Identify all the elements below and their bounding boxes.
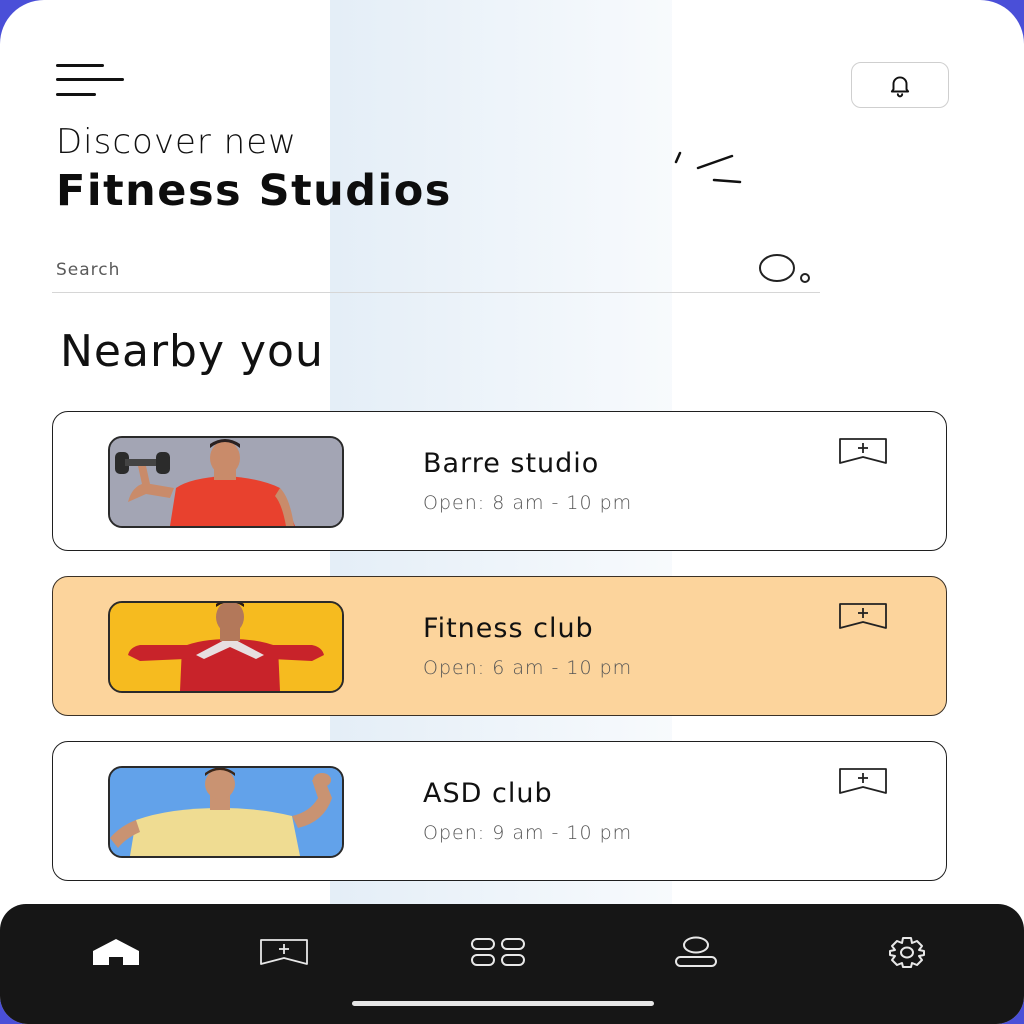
bookmark-add-icon[interactable] xyxy=(837,601,889,631)
studio-card-barre[interactable]: Barre studio Open: 8 am - 10 pm xyxy=(52,411,947,551)
search-bar xyxy=(52,248,820,293)
bookmark-add-icon xyxy=(260,939,308,965)
gear-icon xyxy=(889,937,925,968)
studio-name: Barre studio xyxy=(423,448,600,479)
home-icon xyxy=(93,939,139,965)
app-screen: Discover new Fitness Studios Nearby you xyxy=(0,0,1024,1024)
nav-explore[interactable] xyxy=(470,932,526,972)
bottom-nav xyxy=(0,904,1024,1024)
studio-card-asd-club[interactable]: ASD club Open: 9 am - 10 pm xyxy=(52,741,947,881)
notification-button[interactable] xyxy=(851,62,949,108)
grid-icon xyxy=(471,938,525,966)
sparkle-icon xyxy=(674,151,742,184)
home-indicator xyxy=(352,1001,654,1006)
section-title: Nearby you xyxy=(60,326,324,377)
studio-photo xyxy=(108,436,344,528)
nav-saved[interactable] xyxy=(256,932,312,972)
search-icon[interactable] xyxy=(755,253,817,287)
user-icon xyxy=(675,936,717,967)
studio-hours: Open: 8 am - 10 pm xyxy=(423,492,633,514)
nav-home[interactable] xyxy=(88,932,144,972)
studio-hours: Open: 6 am - 10 pm xyxy=(423,657,633,679)
menu-icon[interactable] xyxy=(56,64,126,98)
studio-card-fitness-club[interactable]: Fitness club Open: 6 am - 10 pm xyxy=(52,576,947,716)
studio-name: Fitness club xyxy=(423,613,594,644)
nav-settings[interactable] xyxy=(879,932,935,972)
studio-photo xyxy=(108,601,344,693)
bell-icon xyxy=(890,76,910,98)
page-title: Fitness Studios xyxy=(56,166,452,216)
nav-profile[interactable] xyxy=(668,932,724,972)
page-subtitle: Discover new xyxy=(56,122,297,162)
search-input[interactable] xyxy=(54,256,738,284)
studio-name: ASD club xyxy=(423,778,553,809)
studio-photo xyxy=(108,766,344,858)
bookmark-add-icon[interactable] xyxy=(837,766,889,796)
studio-hours: Open: 9 am - 10 pm xyxy=(423,822,633,844)
bookmark-add-icon[interactable] xyxy=(837,436,889,466)
